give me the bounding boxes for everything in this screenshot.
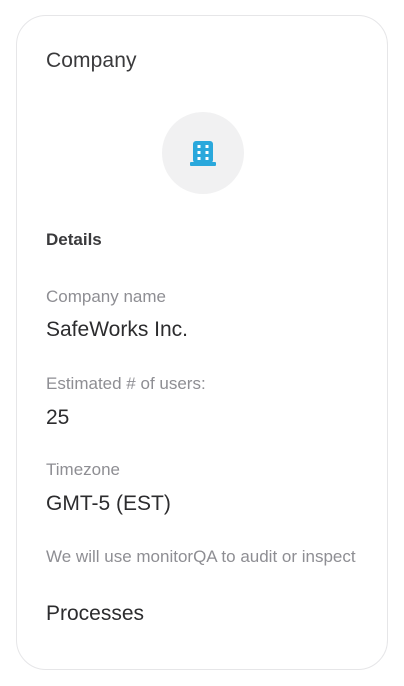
audit-purpose-label: We will use monitorQA to audit or inspec… (46, 547, 356, 566)
timezone-label: Timezone (46, 460, 121, 479)
company-card: Company Details Company name SafeWorks I… (16, 15, 388, 670)
estimated-users-value: 25 (46, 406, 70, 429)
timezone-value: GMT-5 (EST) (46, 492, 171, 515)
company-name-label: Company name (46, 287, 167, 306)
details-heading: Details (46, 230, 102, 249)
audit-purpose-value: Processes (46, 602, 145, 625)
company-avatar (162, 112, 244, 194)
company-name-value: SafeWorks Inc. (46, 318, 188, 341)
estimated-users-label: Estimated # of users: (46, 374, 206, 393)
card-title: Company (46, 49, 137, 72)
building-icon (190, 141, 216, 166)
